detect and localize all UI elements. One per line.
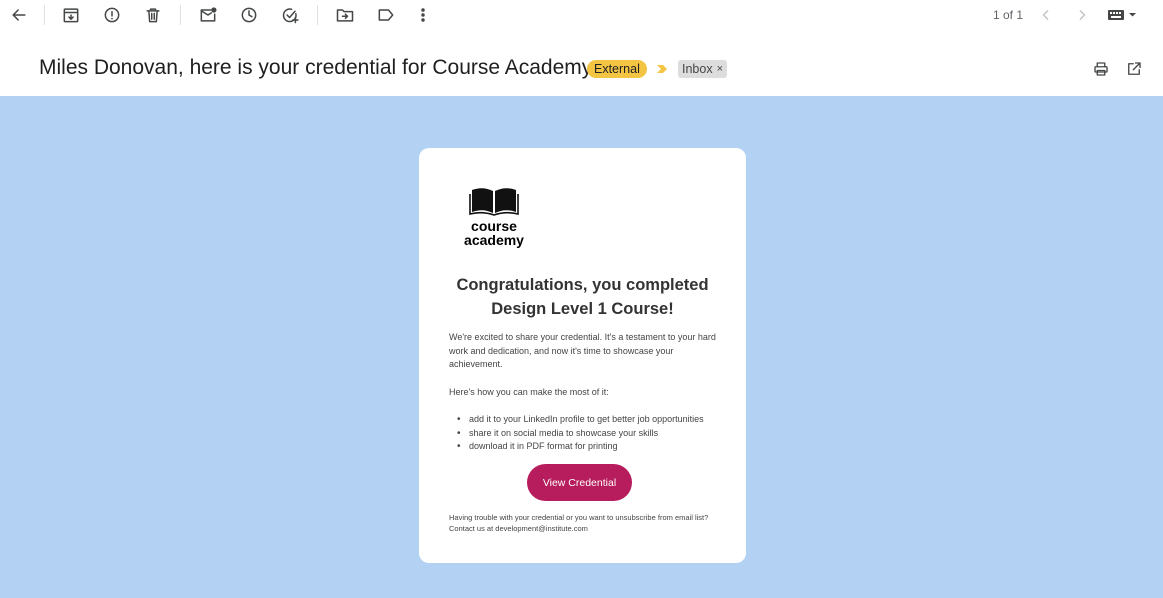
- email-card: course academy Congratulations, you comp…: [419, 148, 746, 563]
- report-spam-icon: [104, 7, 120, 23]
- brand-name-line1: course: [471, 218, 517, 234]
- chevron-right-icon: [1079, 10, 1086, 20]
- inbox-label-text: Inbox: [682, 62, 713, 76]
- external-chip: External: [587, 60, 647, 78]
- back-button[interactable]: [7, 3, 31, 27]
- tips-list: add it to your LinkedIn profile to get b…: [457, 413, 727, 454]
- heading-line2: Design Level 1 Course!: [491, 300, 674, 318]
- archive-button[interactable]: [59, 3, 83, 27]
- more-vertical-icon: [421, 8, 425, 22]
- importance-marker-icon[interactable]: [656, 63, 668, 75]
- open-book-icon: [469, 188, 519, 216]
- add-task-icon: [282, 8, 299, 24]
- toolbar-divider: [180, 5, 181, 25]
- move-to-button[interactable]: [333, 3, 357, 27]
- labels-button[interactable]: [374, 3, 398, 27]
- older-button[interactable]: [1070, 3, 1094, 27]
- list-item: download it in PDF format for printing: [457, 440, 727, 454]
- label-icon: [378, 9, 394, 21]
- mark-unread-icon: [200, 7, 217, 22]
- support-footnote: Having trouble with your credential or y…: [449, 513, 709, 533]
- snooze-button[interactable]: [237, 3, 261, 27]
- more-options-button[interactable]: [411, 3, 435, 27]
- clock-icon: [241, 7, 257, 23]
- archive-icon: [63, 8, 79, 23]
- congratulations-heading: Congratulations, you completed Design Le…: [439, 273, 726, 321]
- move-to-folder-icon: [336, 9, 354, 22]
- email-subject: Miles Donovan, here is your credential f…: [39, 56, 593, 79]
- arrow-left-icon: [12, 9, 26, 21]
- print-icon: [1094, 62, 1108, 76]
- email-body: course academy Congratulations, you comp…: [0, 96, 1163, 598]
- email-toolbar: 1 of 1: [0, 0, 1163, 30]
- trash-icon: [146, 8, 160, 23]
- toolbar-divider: [44, 5, 45, 25]
- view-credential-button[interactable]: View Credential: [527, 464, 632, 501]
- delete-button[interactable]: [141, 3, 165, 27]
- pager-count: 1 of 1: [993, 8, 1024, 22]
- list-item: share it on social media to showcase you…: [457, 427, 727, 441]
- print-all-button[interactable]: [1091, 59, 1111, 79]
- open-in-new-icon: [1128, 62, 1141, 75]
- brand-name-line2: academy: [464, 232, 524, 248]
- tips-intro: Here's how you can make the most of it:: [449, 387, 609, 397]
- email-header: Miles Donovan, here is your credential f…: [0, 50, 1163, 90]
- open-new-window-button[interactable]: [1124, 59, 1144, 79]
- mark-unread-button[interactable]: [196, 3, 220, 27]
- keyboard-icon: [1108, 10, 1136, 20]
- inbox-label-chip: Inbox ×: [678, 60, 728, 78]
- remove-label-icon[interactable]: ×: [717, 60, 723, 78]
- heading-line1: Congratulations, you completed: [456, 276, 709, 294]
- report-spam-button[interactable]: [100, 3, 124, 27]
- newer-button[interactable]: [1034, 3, 1058, 27]
- course-academy-logo: course academy: [461, 184, 527, 254]
- list-item: add it to your LinkedIn profile to get b…: [457, 413, 727, 427]
- add-to-tasks-button[interactable]: [278, 3, 302, 27]
- toolbar-divider: [317, 5, 318, 25]
- chevron-left-icon: [1042, 10, 1049, 20]
- input-tools-button[interactable]: [1106, 7, 1140, 23]
- intro-paragraph: We're excited to share your credential. …: [449, 332, 716, 369]
